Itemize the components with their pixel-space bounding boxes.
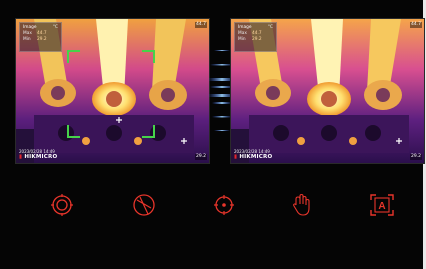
auto-focus-icon[interactable]: A: [369, 192, 395, 218]
crosshair-icon[interactable]: [211, 192, 237, 218]
unit-label: °C: [52, 25, 58, 30]
brand-name: HIKMICRO: [24, 154, 58, 160]
unit-label: °C: [267, 25, 273, 30]
brand-name: HIKMICRO: [239, 154, 273, 160]
brand-logo: ▮ HIKMICRO: [234, 154, 272, 160]
thermal-image-after[interactable]: Image °C Max 44.7 Min 29.2 44.7 29.2 2023/…: [230, 18, 425, 164]
target-circle-icon[interactable]: [49, 192, 75, 218]
auto-label: A: [378, 201, 385, 212]
min-label: Min: [238, 37, 246, 42]
min-value: 29.2: [37, 37, 47, 42]
scale-min: 29.2: [409, 154, 422, 160]
brand-logo: ▮ HIKMICRO: [19, 154, 57, 160]
scale-min: 29.2: [194, 154, 207, 160]
lens-icon[interactable]: [131, 192, 157, 218]
scale-max: 44.7: [409, 22, 422, 28]
measurement-panel: Image °C Max 44.7 Min 29.2: [19, 22, 62, 52]
brand-mark-icon: ▮: [234, 154, 238, 160]
hand-touch-icon[interactable]: [289, 192, 315, 218]
thermal-image-before[interactable]: Image °C Max 44.7 Min 29.2 44.7 29.2 2023/…: [15, 18, 210, 164]
measurement-panel: Image °C Max 44.7 Min 29.2: [234, 22, 277, 52]
scale-max: 44.7: [194, 22, 207, 28]
min-value: 29.2: [252, 37, 262, 42]
min-label: Min: [23, 37, 31, 42]
brand-mark-icon: ▮: [19, 154, 23, 160]
